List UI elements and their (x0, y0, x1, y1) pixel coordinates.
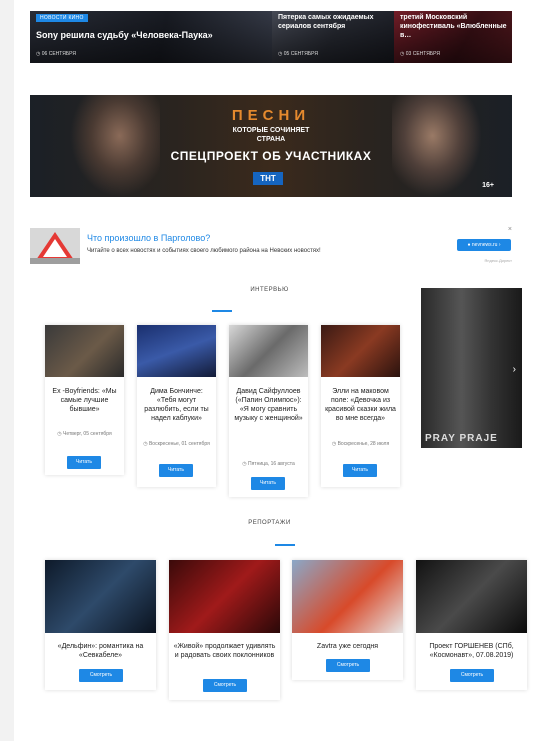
interview-title[interactable]: Давид Сайфуллоев («Папин Олимпос»): «Я м… (233, 387, 304, 423)
top-news-date: ◷ 03 СЕНТЯБРЯ (400, 51, 440, 57)
section-underline (212, 310, 232, 312)
watch-button[interactable]: Смотреть (326, 659, 370, 672)
interview-title[interactable]: Ex -Boyfriends: «Мы самые лучшие бывшие» (49, 387, 120, 414)
warning-sign-icon (30, 228, 80, 264)
report-title[interactable]: «Живой» продолжает удивлять и радовать с… (173, 642, 276, 660)
watch-button[interactable]: Смотреть (450, 669, 494, 682)
report-card[interactable]: «Живой» продолжает удивлять и радовать с… (169, 560, 280, 700)
watch-button[interactable]: Смотреть (203, 679, 247, 692)
ad-heading[interactable]: Что произошло в Парголово? (87, 233, 210, 243)
interview-title[interactable]: Дима Бончинче: «Тебя могут разлюбить, ес… (141, 387, 212, 423)
interview-photo[interactable] (229, 325, 308, 377)
poster-text: PRAY PRAJE (425, 433, 498, 444)
side-poster[interactable]: PRAY PRAJE › (421, 288, 522, 448)
interview-card[interactable]: Элли на маковом поле: «Девочка из красив… (321, 325, 400, 487)
interview-photo[interactable] (137, 325, 216, 377)
read-button[interactable]: Читать (343, 464, 377, 477)
category-badge: НОВОСТИ КИНО (36, 14, 88, 22)
ad-button[interactable]: ● nevnews.ru › (457, 239, 511, 251)
ad-thumbnail[interactable] (30, 228, 80, 264)
top-news-date: ◷ 06 СЕНТЯБРЯ (36, 51, 76, 57)
report-photo[interactable] (45, 560, 156, 633)
interview-date: ◷ Пятница, 16 августа (242, 461, 295, 467)
report-photo[interactable] (292, 560, 403, 633)
report-photo[interactable] (416, 560, 527, 633)
chevron-right-icon[interactable]: › (513, 364, 516, 375)
report-title[interactable]: Проект ГОРШЕНЕВ (СПб, «Космонавт», 07.08… (420, 642, 523, 660)
top-news-item[interactable]: Пятерка самых ожидаемых сериалов сентябр… (272, 11, 394, 63)
top-news-item[interactable]: НОВОСТИ КИНО Sony решила судьбу «Человек… (30, 11, 272, 63)
ad-label: Яндекс.Директ (484, 258, 512, 263)
top-news-date: ◷ 05 СЕНТЯБРЯ (278, 51, 318, 57)
left-page-margin (0, 0, 14, 741)
report-card[interactable]: Zavtra уже сегодня Смотреть (292, 560, 403, 680)
interview-date: ◷ Воскресенье, 28 июля (331, 441, 390, 447)
close-icon[interactable]: × (508, 226, 512, 233)
interview-date: ◷ Воскресенье, 01 сентября (143, 441, 210, 447)
interview-card[interactable]: Дима Бончинче: «Тебя могут разлюбить, ес… (137, 325, 216, 487)
age-rating: 16+ (482, 182, 494, 189)
top-news-title[interactable]: третий Московский кинофестиваль «Влюблен… (400, 13, 507, 40)
report-photo[interactable] (169, 560, 280, 633)
section-heading-reports: РЕПОРТАЖИ (248, 520, 291, 526)
channel-logo: ТНТ (253, 172, 283, 185)
report-title[interactable]: «Дельфин»: романтика на «Севкабеле» (49, 642, 152, 660)
read-button[interactable]: Читать (251, 477, 285, 490)
promo-banner[interactable]: ПЕСНИ КОТОРЫЕ СОЧИНЯЕТ СТРАНА СПЕЦПРОЕКТ… (30, 95, 512, 197)
banner-subtitle: СТРАНА (256, 136, 286, 143)
section-underline (275, 544, 295, 546)
read-button[interactable]: Читать (159, 464, 193, 477)
read-button[interactable]: Читать (67, 456, 101, 469)
report-card[interactable]: Проект ГОРШЕНЕВ (СПб, «Космонавт», 07.08… (416, 560, 527, 690)
ad-block[interactable]: Что произошло в Парголово? Читайте о все… (30, 226, 512, 268)
interview-title[interactable]: Элли на маковом поле: «Девочка из красив… (325, 387, 396, 423)
ad-text: Читайте о всех новостях и событиях своег… (87, 248, 321, 254)
interview-photo[interactable] (321, 325, 400, 377)
banner-special: СПЕЦПРОЕКТ ОБ УЧАСТНИКАХ (170, 149, 372, 163)
interview-date: ◷ Четверг, 05 сентября (57, 431, 112, 437)
top-news-strip: НОВОСТИ КИНО Sony решила судьбу «Человек… (30, 11, 512, 63)
report-title[interactable]: Zavtra уже сегодня (296, 642, 399, 651)
interview-card[interactable]: Давид Сайфуллоев («Папин Олимпос»): «Я м… (229, 325, 308, 497)
top-news-title[interactable]: Пятерка самых ожидаемых сериалов сентябр… (278, 13, 389, 31)
interview-photo[interactable] (45, 325, 124, 377)
interview-card[interactable]: Ex -Boyfriends: «Мы самые лучшие бывшие»… (45, 325, 124, 475)
banner-title: ПЕСНИ (231, 107, 311, 124)
banner-subtitle: КОТОРЫЕ СОЧИНЯЕТ (232, 127, 310, 134)
report-card[interactable]: «Дельфин»: романтика на «Севкабеле» Смот… (45, 560, 156, 690)
top-news-title[interactable]: Sony решила судьбу «Человека-Паука» (36, 31, 267, 40)
top-news-item[interactable]: третий Московский кинофестиваль «Влюблен… (394, 11, 512, 63)
watch-button[interactable]: Смотреть (79, 669, 123, 682)
